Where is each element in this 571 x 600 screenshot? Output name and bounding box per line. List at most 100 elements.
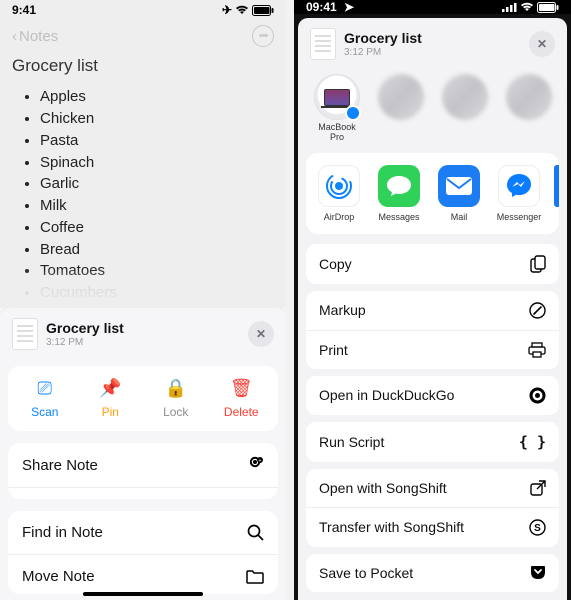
more-icon[interactable]: ••• [252,25,274,47]
run-script-row[interactable]: Run Script { } [306,422,559,462]
sheet-subtitle: 3:12 PM [46,337,124,348]
document-icon [12,318,38,350]
cellular-icon [502,2,517,12]
row-label: Move Note [22,568,95,585]
pin-button[interactable]: 📌 Pin [78,378,144,419]
status-time: 09:41 [306,0,337,14]
airplane-icon: ✈︎ [222,3,232,17]
action-label: Scan [31,405,58,419]
status-time: 9:41 [12,3,36,17]
close-icon[interactable]: ✕ [248,321,274,347]
markup-icon [529,302,546,319]
status-left: 09:41 ➤ [306,0,354,14]
laptop-icon [324,89,350,106]
airdrop-contacts: MacBook Pro [298,70,567,153]
app-mail[interactable]: Mail [434,165,484,222]
open-in-icon [530,480,546,496]
status-icons [502,2,559,13]
contact-item[interactable] [566,74,567,143]
avatar [378,74,424,120]
list-item: Milk [40,195,274,217]
markup-row[interactable]: Markup [306,291,559,330]
scan-icon: ⎚ [38,378,52,399]
duckduckgo-icon [529,387,546,404]
app-label: Messenger [497,212,542,222]
messenger-icon [498,165,540,207]
note-list: Apples Chicken Pasta Spinach Garlic Milk… [12,86,274,304]
send-copy-row[interactable]: Send a Copy [8,487,278,499]
status-bar: 09:41 ➤ [294,0,571,14]
back-button[interactable]: ‹ Notes [12,28,58,45]
row-label: Print [319,342,348,358]
pocket-row[interactable]: Save to Pocket [306,554,559,592]
row-label: Save to Pocket [319,565,413,581]
home-indicator[interactable] [83,592,203,596]
actions-list: Copy Markup Print [306,244,559,599]
app-label: Mail [451,212,468,222]
wifi-icon [235,5,249,15]
action-label: Pin [102,405,119,419]
lock-button[interactable]: 🔒 Lock [143,378,209,419]
notes-background: ‹ Notes ••• Grocery list Apples Chicken … [0,20,286,308]
app-messages[interactable]: Messages [374,165,424,222]
songshift-open-row[interactable]: Open with SongShift [306,469,559,507]
list-item: Apples [40,86,274,108]
row-label: Transfer with SongShift [319,519,464,535]
folder-icon [246,570,264,584]
copy-row[interactable]: Copy [306,244,559,284]
print-row[interactable]: Print [306,330,559,369]
trash-icon: 🗑 [230,378,253,399]
back-label: Notes [19,28,58,45]
document-icon [310,28,336,60]
close-icon[interactable]: ✕ [529,31,555,57]
app-messenger[interactable]: Messenger [494,165,544,222]
app-label: AirDrop [324,212,355,222]
person-add-icon: + [244,456,264,474]
list-item: Chicken [40,108,274,130]
note-title: Grocery list [12,56,274,76]
status-bar: 9:41 ✈︎ [0,0,286,20]
sheet-group-2: Find in Note Move Note Lines & Grids [8,511,278,594]
row-label: Markup [319,302,366,318]
list-item: Garlic [40,173,274,195]
scan-button[interactable]: ⎚ Scan [12,378,78,419]
sheet-title: Grocery list [344,30,422,46]
search-icon [247,524,264,541]
sheet-title: Grocery list [46,320,124,336]
contact-label: MacBook Pro [310,123,364,143]
braces-icon: { } [519,433,546,451]
quick-actions: ⎚ Scan 📌 Pin 🔒 Lock 🗑 Delete [8,366,278,431]
row-label: Open in DuckDuckGo [319,387,454,403]
duckduckgo-row[interactable]: Open in DuckDuckGo [306,376,559,415]
share-note-row[interactable]: Share Note + [8,443,278,487]
contact-macbook[interactable]: MacBook Pro [310,74,364,143]
list-item: Pasta [40,130,274,152]
row-label: Share Note [22,457,98,474]
list-item: Bread [40,239,274,261]
list-item: Cucumbers [40,282,274,304]
contact-item[interactable] [438,74,492,143]
row-label: Copy [319,256,352,272]
share-sheet: Grocery list 3:12 PM ✕ ⎚ Scan 📌 Pin 🔒 Lo… [0,308,286,600]
wifi-icon [520,2,534,12]
phone-right: 09:41 ➤ Grocery list 3:12 PM ✕ [294,0,571,600]
list-item: Tomatoes [40,260,274,282]
songshift-transfer-row[interactable]: Transfer with SongShift S [306,507,559,547]
delete-button[interactable]: 🗑 Delete [209,378,275,419]
messages-icon [378,165,420,207]
avatar [442,74,488,120]
app-airdrop[interactable]: AirDrop [314,165,364,222]
sheet-group-1: Share Note + Send a Copy [8,443,278,499]
avatar [506,74,552,120]
copy-icon [530,255,546,273]
sheet-container: Grocery list 3:12 PM ✕ MacBook Pro [294,14,571,600]
contact-item[interactable] [374,74,428,143]
app-facebook[interactable]: F [554,165,559,222]
mail-icon [438,165,480,207]
svg-text:+: + [259,458,262,464]
facebook-icon [554,165,559,207]
share-sheet: Grocery list 3:12 PM ✕ MacBook Pro [298,18,567,600]
find-in-note-row[interactable]: Find in Note [8,511,278,554]
move-note-row[interactable]: Move Note [8,554,278,594]
contact-item[interactable] [502,74,556,143]
